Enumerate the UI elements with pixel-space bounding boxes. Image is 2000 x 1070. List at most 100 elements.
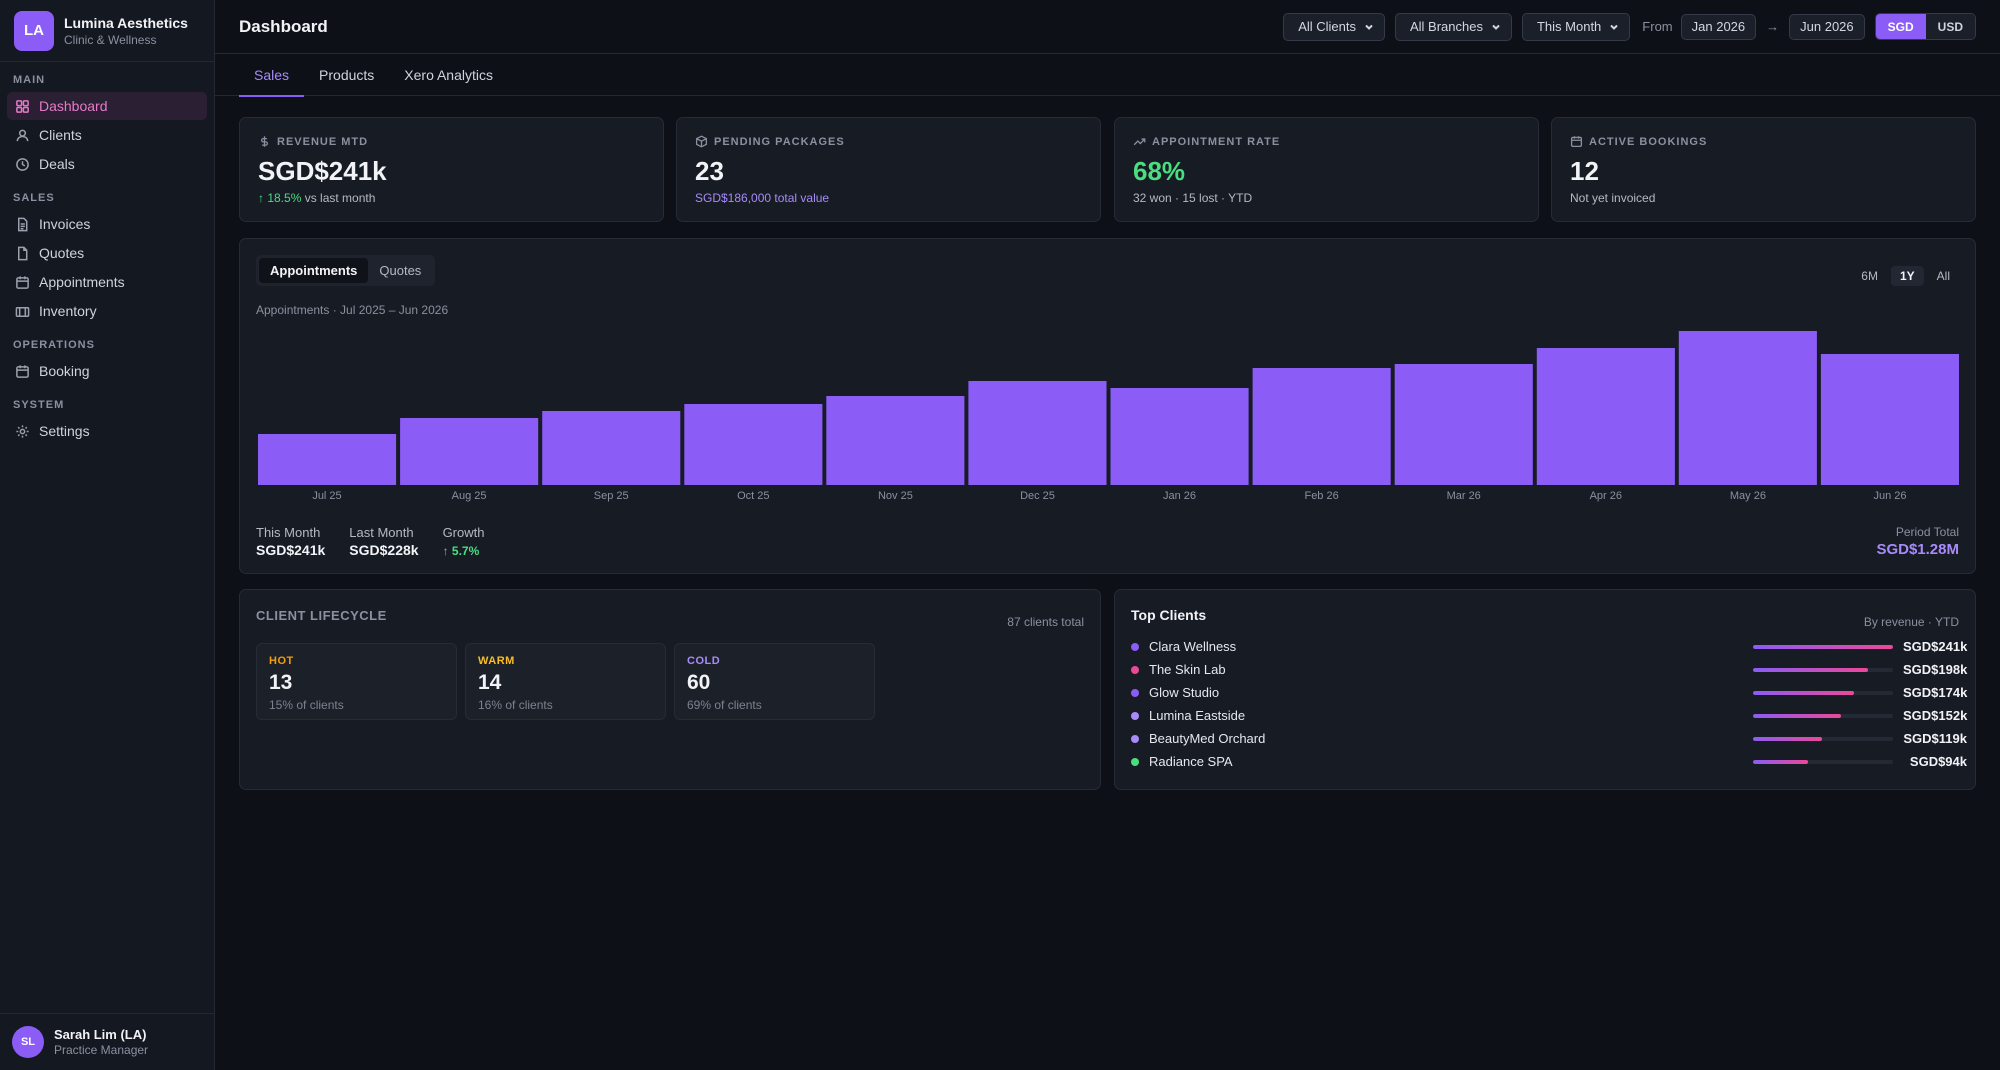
sidebar-item-quotes[interactable]: Quotes [7,239,207,267]
chevron-down-icon [1492,24,1500,30]
list-item[interactable]: BeautyMed Orchard SGD$119k [1131,727,1967,750]
x-tick-label: May 26 [1730,490,1766,502]
chart-type-toggle: Appointments Quotes [256,255,436,286]
sidebar-item-label: Appointments [39,274,125,290]
kpi-revenue-card: REVENUE MTD SGD$241k ↑ 18.5% vs last mon… [239,117,664,222]
kpi-sub-text: vs last month [301,191,376,205]
status-dot [1131,688,1139,697]
list-item[interactable]: Lumina Eastside SGD$152k [1131,704,1967,727]
kpi-packages-card: PENDING PACKAGES 23 SGD$186,000 total va… [676,117,1101,222]
toggle-quotes[interactable]: Quotes [368,258,432,283]
stage-count: 13 [269,671,293,694]
from-date-input[interactable]: Jan 2026 [1680,13,1757,40]
chart-bar-sep-25[interactable] [542,411,681,485]
x-tick-label: Nov 25 [878,490,913,502]
chevron-down-icon [1610,24,1619,30]
user-profile[interactable]: SL Sarah Lim (LA) Practice Manager [0,1013,214,1070]
range-all-button[interactable]: All [1928,266,1959,286]
chart-bar-mar-26[interactable] [1394,364,1533,485]
kpi-label-text: REVENUE MTD [277,135,369,148]
range-6m-button[interactable]: 6M [1852,266,1887,286]
chart-caption: Appointments · Jul 2025 – Jun 2026 [256,303,449,317]
chart-bar-aug-25[interactable] [400,418,539,485]
status-dot [1131,665,1139,674]
sidebar-nav: MAIN Dashboard Clients Deals SALES Invoi… [0,62,214,445]
currency-usd-button[interactable]: USD [1925,14,1975,39]
x-tick-label: Sep 25 [594,490,629,502]
x-tick-label: Oct 25 [737,490,769,502]
revenue-bar-fill [1753,736,1822,741]
chart-bar-oct-25[interactable] [684,404,823,485]
kpi-value: 68% [1133,156,1186,186]
kpi-sub: Not yet invoiced [1570,191,1656,205]
brand-logo: LA [14,10,54,51]
avatar: SL [12,1026,44,1058]
lifecycle-total: 87 clients total [1007,615,1084,629]
period-total-label: Period Total [1895,525,1959,539]
list-item[interactable]: Glow Studio SGD$174k [1131,681,1967,704]
revenue-bar [1753,759,1893,764]
toggle-appointments[interactable]: Appointments [259,258,369,283]
chart-bar-jun-26[interactable] [1820,354,1959,485]
chevron-down-icon [1365,24,1373,30]
calendar-icon [1570,136,1583,148]
list-item[interactable]: Clara Wellness SGD$241k [1131,635,1967,658]
chart-bar-feb-26[interactable] [1252,368,1391,485]
lifecycle-stage-warm[interactable]: WARM 14 16% of clients [465,643,666,720]
lifecycle-stage-hot[interactable]: HOT 13 15% of clients [256,643,457,720]
sidebar-item-dashboard[interactable]: Dashboard [7,92,207,120]
chart-bar-may-26[interactable] [1678,331,1817,485]
range-1y-button[interactable]: 1Y [1890,266,1924,286]
x-tick-label: Dec 25 [1020,490,1055,502]
lifecycle-title: CLIENT LIFECYCLE [256,608,387,623]
chart-bar-jul-25[interactable] [258,434,397,485]
tab-products[interactable]: Products [304,54,389,96]
sidebar-item-appointments[interactable]: Appointments [7,268,207,296]
list-item[interactable]: Radiance SPA SGD$94k [1131,750,1967,773]
status-dot [1131,734,1139,743]
kpi-value: SGD$241k [258,156,387,186]
kpi-change: ↑ 18.5% [258,191,302,205]
nav-section-main: MAIN [13,74,46,86]
user-name: Sarah Lim (LA) [54,1027,147,1042]
list-item[interactable]: The Skin Lab SGD$198k [1131,658,1967,681]
sidebar-item-settings[interactable]: Settings [7,417,207,445]
trend-up-icon [1133,138,1146,146]
sidebar-item-label: Deals [39,156,75,172]
branch-filter-select[interactable]: All Branches [1395,12,1512,41]
chart-bar-nov-25[interactable] [826,396,965,485]
tab-xero-analytics[interactable]: Xero Analytics [389,54,508,96]
client-filter-select[interactable]: All Clients [1283,12,1385,41]
kpi-sub: 32 won · 15 lost · YTD [1133,191,1253,205]
x-tick-label: Aug 25 [452,490,487,502]
tab-sales[interactable]: Sales [239,54,305,97]
kpi-label-text: PENDING PACKAGES [714,135,845,148]
kpi-sub: SGD$186,000 total value [695,191,830,205]
brand[interactable]: LA Lumina Aesthetics Clinic & Wellness [0,0,214,62]
sidebar-item-inventory[interactable]: Inventory [7,297,207,325]
user-info: Sarah Lim (LA) Practice Manager [54,1027,148,1057]
status-dot [1131,711,1139,720]
kpi-label-text: APPOINTMENT RATE [1152,135,1281,148]
revenue-bar-fill [1753,667,1868,672]
appointments-chart-card: Appointments Quotes 6M 1Y All Appointmen… [239,238,1976,574]
sidebar-item-deals[interactable]: Deals [7,150,207,178]
package-icon [695,135,708,148]
lifecycle-stage-cold[interactable]: COLD 60 69% of clients [674,643,875,720]
client-name: Glow Studio [1149,685,1220,700]
sidebar-item-clients[interactable]: Clients [7,121,207,149]
period-filter-select[interactable]: This Month [1521,12,1631,41]
chart-bar-apr-26[interactable] [1536,348,1675,485]
brand-name: Lumina Aesthetics [64,14,188,31]
currency-sgd-button[interactable]: SGD [1875,14,1926,39]
chart-bar-jan-26[interactable] [1110,388,1249,485]
to-date-input[interactable]: Jun 2026 [1789,13,1865,40]
client-name: Clara Wellness [1149,639,1237,654]
sidebar-item-label: Clients [39,127,82,143]
chart-bar-dec-25[interactable] [968,381,1107,485]
sidebar-item-booking[interactable]: Booking [7,357,207,385]
clock-icon [16,157,29,171]
calendar-icon [16,275,29,289]
sidebar-item-invoices[interactable]: Invoices [7,210,207,238]
kpi-active-bookings-card: ACTIVE BOOKINGS 12 Not yet invoiced [1551,117,1976,222]
